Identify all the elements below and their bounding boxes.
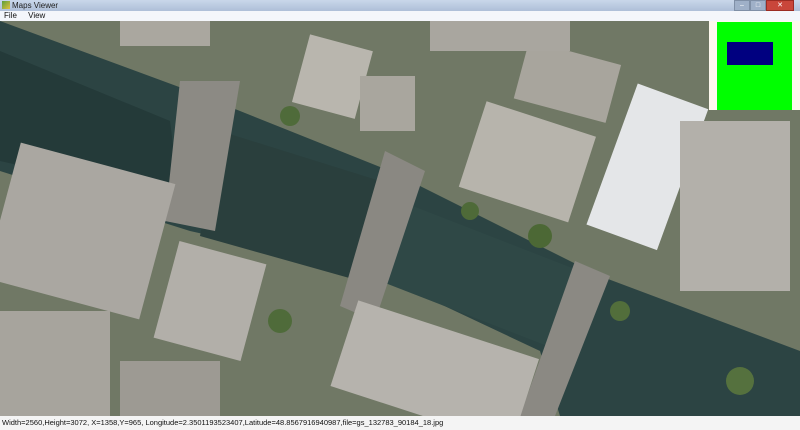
window-controls: – □ ✕ <box>734 0 794 11</box>
minimap[interactable] <box>709 21 800 110</box>
minimap-viewport[interactable] <box>727 42 773 65</box>
close-button[interactable]: ✕ <box>766 0 794 11</box>
aerial-map-image <box>0 21 800 416</box>
aerial-map-view[interactable] <box>0 21 800 416</box>
menu-view[interactable]: View <box>28 11 45 21</box>
menu-file[interactable]: File <box>4 11 17 21</box>
building <box>0 311 110 416</box>
status-bar: Width=2560,Height=3072, X=1358,Y=965, Lo… <box>0 416 800 430</box>
building <box>430 21 570 51</box>
title-bar: Maps Viewer – □ ✕ <box>0 0 800 11</box>
window-title: Maps Viewer <box>12 1 59 10</box>
maximize-button[interactable]: □ <box>750 0 766 11</box>
minimize-button[interactable]: – <box>734 0 750 11</box>
building <box>120 21 210 46</box>
menu-bar: File View <box>0 11 800 21</box>
minimap-extent <box>717 22 792 110</box>
building <box>360 76 415 131</box>
app-icon <box>2 1 10 9</box>
building <box>680 121 790 291</box>
building <box>120 361 220 416</box>
